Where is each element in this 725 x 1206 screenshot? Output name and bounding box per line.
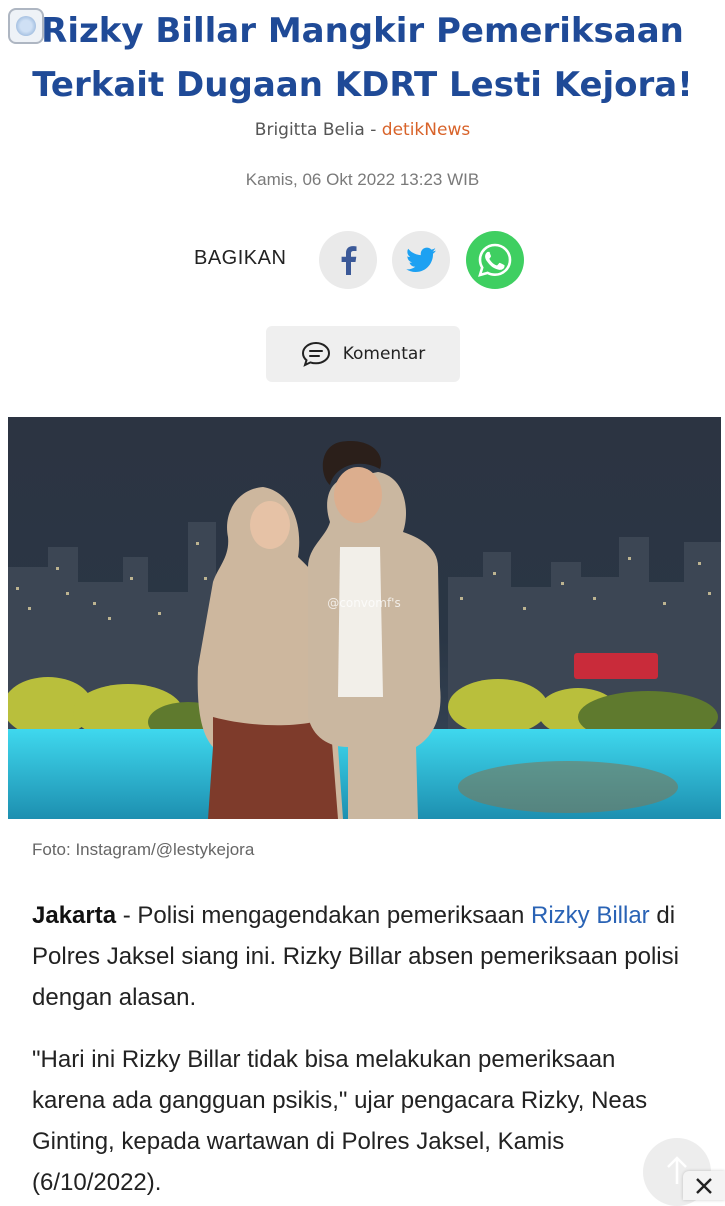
source-name[interactable]: detikNews [382, 120, 470, 140]
share-whatsapp-button[interactable] [466, 231, 524, 289]
share-label: BAGIKAN [194, 247, 287, 269]
close-ad-button[interactable] [683, 1171, 725, 1200]
article-paragraph-1: Jakarta - Polisi mengagendakan pemeriksa… [32, 895, 692, 1018]
share-twitter-button[interactable] [392, 231, 450, 289]
speech-bubble-icon [301, 341, 330, 367]
comment-button[interactable]: Komentar [266, 326, 460, 382]
article-title: Rizky Billar Mangkir Pemeriksaan Terkait… [32, 11, 693, 105]
photo-illustration: @convomf's [8, 417, 721, 819]
byline: Brigitta Belia - detikNews [0, 120, 725, 140]
dateline: Jakarta [32, 902, 117, 929]
photo-caption: Foto: Instagram/@lestykejora [32, 840, 255, 859]
article-paragraph-2: "Hari ini Rizky Billar tidak bisa melaku… [32, 1046, 648, 1196]
article-photo[interactable]: @convomf's [8, 417, 721, 819]
share-facebook-button[interactable] [319, 231, 377, 289]
whatsapp-icon [478, 243, 512, 277]
twitter-icon [406, 247, 436, 272]
facebook-icon [341, 246, 357, 275]
author-name[interactable]: Brigitta Belia [255, 120, 365, 140]
close-icon [696, 1177, 712, 1194]
paragraph-1-lead: - Polisi mengagendakan pemeriksaan [116, 902, 531, 929]
rizky-billar-link[interactable]: Rizky Billar [531, 902, 650, 929]
comment-label: Komentar [342, 344, 426, 364]
photo-watermark: @convomf's [327, 596, 400, 610]
byline-separator: - [364, 120, 382, 140]
publish-date: Kamis, 06 Okt 2022 13:23 WIB [245, 170, 480, 189]
